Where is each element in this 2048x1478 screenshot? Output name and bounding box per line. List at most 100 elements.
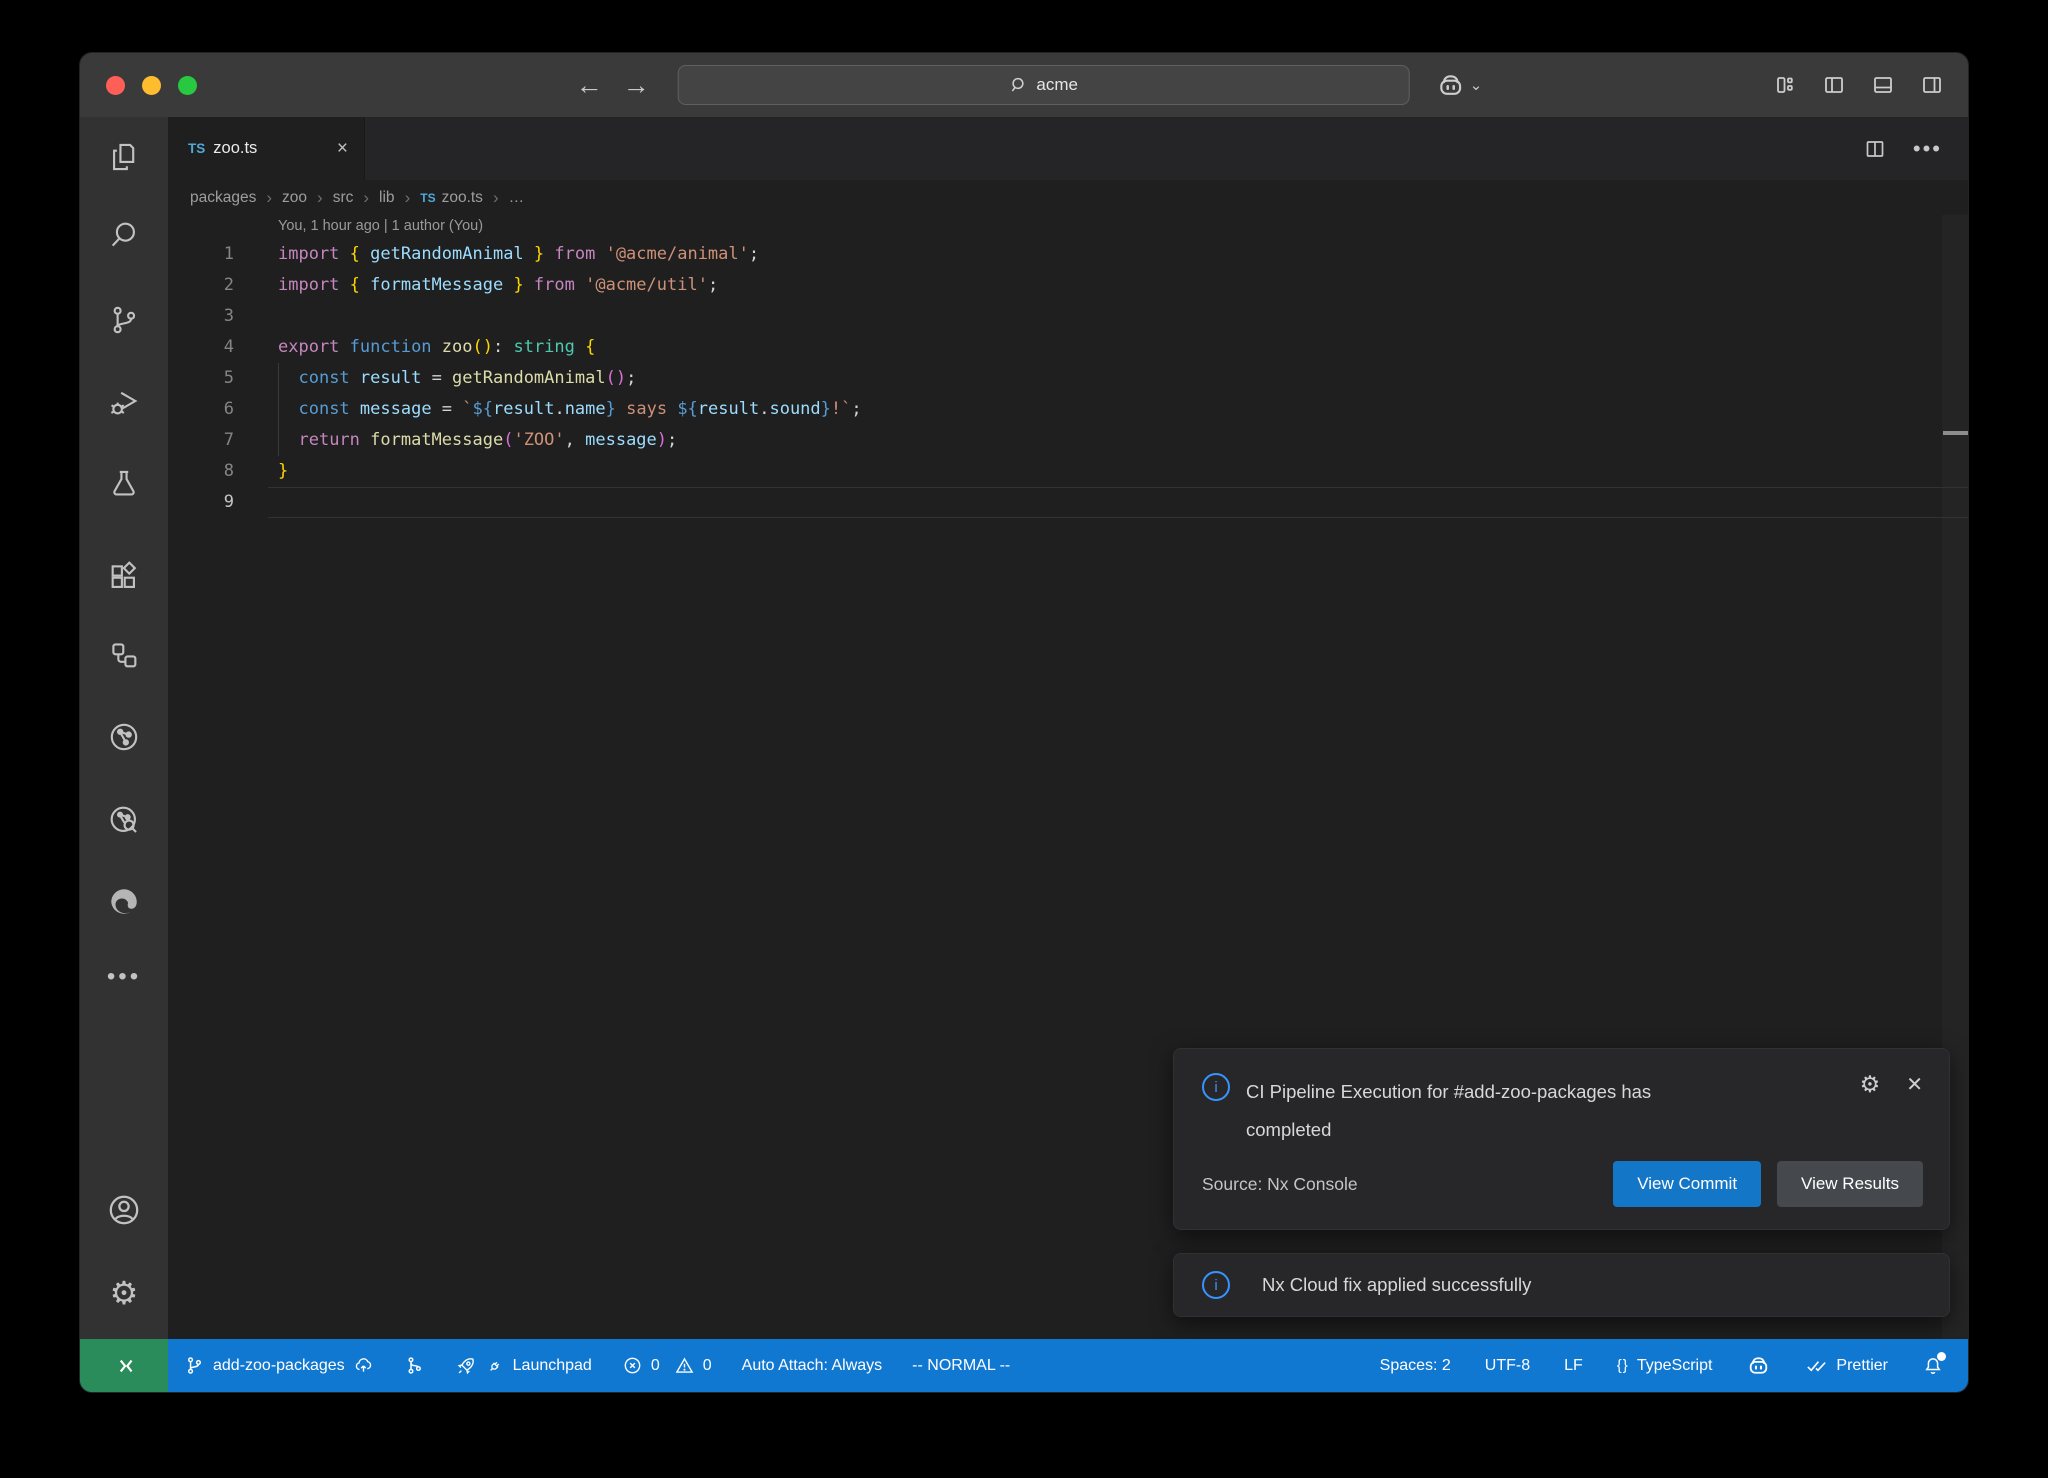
code-lines: 1import { getRandomAnimal } from '@acme/… [168,239,1968,518]
eol-status-item[interactable]: LF [1564,1357,1583,1375]
breadcrumb-separator-icon: › [405,188,411,208]
notification-toast-nx-cloud[interactable]: i Nx Cloud fix applied successfully [1173,1253,1950,1317]
breadcrumb-item[interactable]: lib [379,189,395,207]
notification-dot [1937,1352,1946,1361]
close-window-button[interactable] [106,76,125,95]
chevron-down-icon: ⌄ [1470,76,1483,94]
tab-zoo-ts[interactable]: TS zoo.ts × [168,117,365,180]
navigate-back-button[interactable]: ← [566,72,613,99]
additional-views-icon[interactable]: ••• [105,958,143,996]
code-line[interactable]: 4export function zoo(): string { [168,332,1968,363]
source-control-icon[interactable] [105,301,143,339]
typescript-file-icon: TS [188,141,205,156]
notification-toast-ci-pipeline[interactable]: i CI Pipeline Execution for #add-zoo-pac… [1173,1048,1950,1230]
remote-indicator[interactable] [80,1339,168,1392]
breadcrumb-item[interactable]: zoo [282,189,307,207]
tab-close-icon[interactable]: × [337,138,348,160]
double-check-icon [1805,1354,1828,1377]
line-number: 3 [168,301,234,332]
extensions-icon[interactable] [105,558,143,596]
cloud-upload-icon [353,1355,374,1376]
minimize-window-button[interactable] [142,76,161,95]
activity-bar: ••• ⚙ [80,117,168,1339]
view-commit-button[interactable]: View Commit [1613,1161,1761,1207]
more-actions-icon[interactable]: ••• [1913,138,1942,160]
edge-devtools-icon[interactable] [105,883,143,921]
command-center-search[interactable]: acme [678,65,1410,105]
navigate-forward-button[interactable]: → [613,72,660,99]
split-editor-icon[interactable] [1863,137,1887,161]
warnings-icon [674,1355,695,1376]
search-icon [1009,76,1027,94]
breadcrumb-item[interactable]: src [333,189,354,207]
auto-attach-status-item[interactable]: Auto Attach: Always [742,1357,883,1375]
notification-settings-gear-icon[interactable]: ⚙ [1860,1073,1881,1096]
toggle-secondary-sidebar-button[interactable] [1919,73,1944,98]
encoding-status-item[interactable]: UTF-8 [1485,1357,1530,1375]
line-content [234,301,1968,332]
line-number: 7 [168,425,234,456]
code-line[interactable]: 9 [168,487,1968,518]
settings-gear-icon[interactable]: ⚙ [105,1274,143,1312]
nx-cloud-icon[interactable] [105,801,143,839]
git-branch-icon [184,1355,205,1376]
code-line[interactable]: 3 [168,301,1968,332]
launchpad-label: Launchpad [513,1357,592,1375]
search-view-icon[interactable] [105,216,143,254]
problems-status-item[interactable]: 0 0 [622,1355,712,1376]
line-number: 2 [168,270,234,301]
sidebar-right-icon [1920,73,1944,97]
notifications-bell[interactable] [1922,1355,1944,1377]
errors-icon [622,1355,643,1376]
branch-status-item[interactable]: add-zoo-packages [184,1355,374,1376]
code-line[interactable]: 2import { formatMessage } from '@acme/ut… [168,270,1968,301]
breadcrumb-item[interactable]: zoo.ts [442,189,483,207]
nx-console-icon[interactable] [105,718,143,756]
commit-graph-status-item[interactable] [404,1355,425,1376]
run-debug-icon[interactable] [105,383,143,421]
copilot-status-item[interactable] [1746,1353,1771,1378]
view-results-button[interactable]: View Results [1777,1161,1923,1207]
toggle-panel-button[interactable] [1870,73,1895,98]
copilot-menu[interactable]: ⌄ [1436,70,1483,100]
language-status-item[interactable]: {} TypeScript [1617,1357,1713,1375]
vscode-window: ← → acme ⌄ [80,53,1968,1392]
traffic-lights [106,76,197,95]
line-content: const message = `${result.name} says ${r… [234,394,1968,425]
error-count: 0 [651,1357,660,1375]
line-content: const result = getRandomAnimal(); [234,363,1968,394]
code-line[interactable]: 6 const message = `${result.name} says $… [168,394,1968,425]
line-content [234,487,1968,518]
breadcrumb-separator-icon: › [363,188,369,208]
notification-close-icon[interactable]: ✕ [1906,1075,1923,1095]
launchpad-status-item[interactable]: Launchpad [455,1355,592,1377]
language-label: TypeScript [1637,1357,1713,1375]
plug-icon [485,1356,505,1376]
testing-icon[interactable] [105,465,143,503]
toggle-primary-sidebar-button[interactable] [1821,73,1846,98]
code-line[interactable]: 8} [168,456,1968,487]
indentation-status-item[interactable]: Spaces: 2 [1380,1357,1451,1375]
line-number: 5 [168,363,234,394]
customize-layout-button[interactable] [1772,73,1797,98]
breadcrumb-item[interactable]: packages [190,189,256,207]
zoom-window-button[interactable] [178,76,197,95]
code-line[interactable]: 7 return formatMessage('ZOO', message); [168,425,1968,456]
copilot-icon [1436,70,1466,100]
overview-ruler-cursor-marker [1943,431,1968,435]
braces-icon: {} [1617,1357,1629,1374]
breadcrumb-item[interactable]: … [509,189,525,207]
line-content: import { getRandomAnimal } from '@acme/a… [234,239,1968,270]
breadcrumb[interactable]: packages›zoo›src›lib›TSzoo.ts›… [168,180,1968,215]
tab-bar: TS zoo.ts × ••• [168,117,1968,180]
remote-icon [111,1353,137,1379]
command-center-query: acme [1036,75,1078,95]
vim-mode-status-item[interactable]: -- NORMAL -- [912,1357,1010,1375]
accounts-icon[interactable] [105,1191,143,1229]
explorer-icon[interactable] [105,138,143,176]
project-structure-icon[interactable] [105,636,143,674]
formatter-status-item[interactable]: Prettier [1805,1354,1888,1377]
code-line[interactable]: 5 const result = getRandomAnimal(); [168,363,1968,394]
code-line[interactable]: 1import { getRandomAnimal } from '@acme/… [168,239,1968,270]
breadcrumb-separator-icon: › [266,188,272,208]
